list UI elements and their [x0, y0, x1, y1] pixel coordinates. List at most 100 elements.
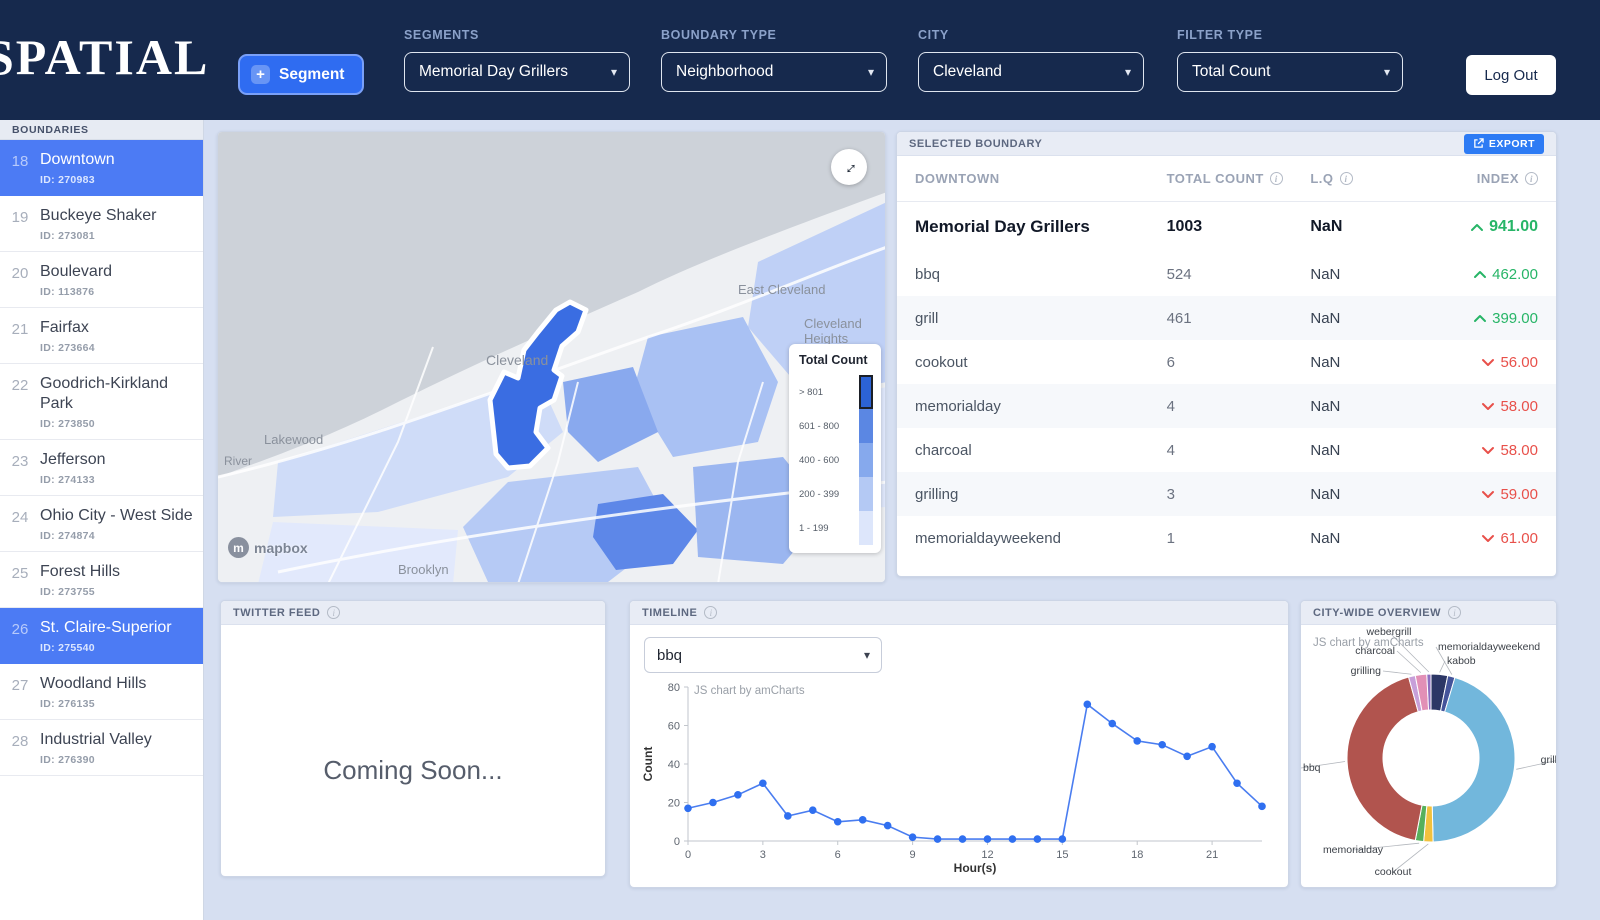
filter-type-dropdown[interactable]: Total Count ▾: [1177, 52, 1403, 92]
boundary-list-item[interactable]: 21 Fairfax ID: 273664: [0, 308, 203, 364]
boundary-list-item[interactable]: 28 Industrial Valley ID: 276390: [0, 720, 203, 776]
boundary-list-item[interactable]: 27 Woodland Hills ID: 276135: [0, 664, 203, 720]
index-value: 399.00: [1492, 309, 1538, 327]
boundary-type-dropdown-group: BOUNDARY TYPE Neighborhood ▾: [661, 28, 887, 92]
logout-button[interactable]: Log Out: [1466, 55, 1556, 95]
term-cell: bbq: [915, 265, 941, 283]
legend-row[interactable]: > 801: [799, 375, 873, 409]
down-chevron-icon: [1482, 534, 1495, 542]
map-legend[interactable]: Total Count > 801 601 - 800 400 - 600 200 -…: [789, 344, 881, 553]
svg-text:15: 15: [1056, 849, 1068, 861]
citywide-overview-panel: CITY-WIDE OVERVIEW i JS chart by amChart…: [1300, 600, 1557, 888]
chevron-down-icon: ▾: [1383, 65, 1390, 79]
boundary-list-item[interactable]: 19 Buckeye Shaker ID: 273081: [0, 196, 203, 252]
citywide-body: JS chart by amCharts kabob memorialdaywee…: [1301, 625, 1556, 887]
boundary-item-body: Ohio City - West Side ID: 274874: [40, 506, 195, 542]
boundary-list-item[interactable]: 25 Forest Hills ID: 273755: [0, 552, 203, 608]
lq-cell: NaN: [1310, 397, 1341, 415]
svg-text:memorialday: memorialday: [1323, 844, 1384, 856]
svg-text:80: 80: [668, 682, 680, 694]
boundary-id: ID: 274874: [40, 530, 95, 542]
timeline-line-chart[interactable]: 0 20 40 60 80 0 3 6 9 12 15 18 21 Count Hour(s): [638, 677, 1288, 882]
map-expand-button[interactable]: ↔: [831, 149, 867, 185]
boundary-table-row[interactable]: Memorial Day Grillers 1003 NaN 941.00: [897, 202, 1556, 252]
citywide-donut-chart[interactable]: kabob memorialdayweekend grill cookout memor…: [1301, 625, 1556, 887]
chevron-down-icon: ▾: [863, 648, 870, 662]
legend-row[interactable]: 400 - 600: [799, 443, 873, 477]
info-icon[interactable]: i: [704, 606, 718, 619]
legend-row[interactable]: 1 - 199: [799, 511, 873, 545]
expand-icon: ↔: [835, 153, 862, 180]
boundary-table-row[interactable]: memorialday 4 NaN 58.00: [897, 384, 1556, 428]
boundary-id: ID: 113876: [40, 286, 95, 298]
boundary-list-item[interactable]: 18 Downtown ID: 270983: [0, 140, 203, 196]
index-value: 58.00: [1500, 397, 1538, 415]
column-index: INDEX: [1476, 171, 1519, 186]
boundary-table-row[interactable]: cookout 6 NaN 56.00: [897, 340, 1556, 384]
boundary-table-row[interactable]: charcoal 4 NaN 58.00: [897, 428, 1556, 472]
legend-row[interactable]: 601 - 800: [799, 409, 873, 443]
info-icon[interactable]: i: [1269, 172, 1283, 185]
boundary-number: 27: [11, 677, 29, 694]
boundary-list-item[interactable]: 23 Jefferson ID: 274133: [0, 440, 203, 496]
term-cell: grill: [915, 309, 939, 327]
boundary-list-item[interactable]: 24 Ohio City - West Side ID: 274874: [0, 496, 203, 552]
svg-text:kabob: kabob: [1447, 655, 1476, 667]
boundary-name: Boulevard: [40, 263, 113, 280]
boundary-list-item[interactable]: 20 Boulevard ID: 113876: [0, 252, 203, 308]
info-icon[interactable]: i: [327, 606, 341, 619]
term-cell: cookout: [915, 353, 968, 371]
add-segment-button[interactable]: + Segment: [238, 54, 365, 95]
choropleth-map[interactable]: [218, 132, 886, 583]
boundary-list-item[interactable]: 26 St. Claire-Superior ID: 275540: [0, 608, 203, 664]
timeline-term-dropdown[interactable]: bbq ▾: [644, 637, 882, 673]
boundary-number: 20: [11, 265, 29, 282]
export-icon: [1474, 138, 1484, 148]
up-chevron-icon: [1474, 314, 1487, 322]
segments-dropdown[interactable]: Memorial Day Grillers ▾: [404, 52, 630, 92]
index-value: 58.00: [1500, 441, 1538, 459]
mapbox-wordmark: mapbox: [254, 539, 308, 556]
boundary-name: Ohio City - West Side: [40, 507, 193, 524]
coming-soon-text: Coming Soon...: [323, 755, 503, 785]
boundary-table-row[interactable]: grilling 3 NaN 59.00: [897, 472, 1556, 516]
twitter-feed-panel: TWITTER FEED i Coming Soon...: [220, 600, 606, 877]
boundaries-header: BOUNDARIES: [0, 120, 203, 140]
boundary-number: 25: [11, 565, 29, 582]
boundary-id: ID: 270983: [40, 174, 95, 186]
boundary-number: 23: [11, 453, 29, 470]
boundary-table-row[interactable]: grill 461 NaN 399.00: [897, 296, 1556, 340]
legend-range-label: > 801: [799, 386, 824, 398]
total-count-cell: 3: [1166, 485, 1175, 503]
legend-row[interactable]: 200 - 399: [799, 477, 873, 511]
map-panel[interactable]: East Cleveland Cleveland Cleveland Heights…: [217, 131, 886, 583]
info-icon[interactable]: i: [1447, 606, 1461, 619]
timeline-title: TIMELINE: [642, 606, 698, 619]
citywide-title: CITY-WIDE OVERVIEW: [1313, 606, 1441, 619]
lq-cell: NaN: [1310, 485, 1341, 503]
boundary-item-body: Forest Hills ID: 273755: [40, 562, 195, 598]
total-count-cell: 461: [1166, 309, 1192, 327]
boundary-name: Goodrich-Kirkland Park: [40, 375, 169, 412]
total-count-cell: 1: [1166, 529, 1175, 547]
legend-title: Total Count: [799, 353, 868, 367]
boundary-number: 28: [11, 733, 29, 750]
index-value: 941.00: [1489, 218, 1538, 235]
info-icon[interactable]: i: [1339, 172, 1353, 185]
boundary-type-dropdown[interactable]: Neighborhood ▾: [661, 52, 887, 92]
city-dropdown[interactable]: Cleveland ▾: [918, 52, 1144, 92]
filter-type-value: Total Count: [1192, 63, 1271, 80]
boundary-table-body: Memorial Day Grillers 1003 NaN 941.00 bbq 524…: [897, 202, 1556, 560]
legend-items: > 801 601 - 800 400 - 600 200 - 399 1 - 199: [799, 375, 873, 545]
export-button[interactable]: EXPORT: [1463, 133, 1544, 154]
boundary-table-row[interactable]: bbq 524 NaN 462.00: [897, 252, 1556, 296]
svg-text:0: 0: [685, 849, 691, 861]
boundary-list-item[interactable]: 22 Goodrich-Kirkland Park ID: 273850: [0, 364, 203, 440]
boundary-item-body: Fairfax ID: 273664: [40, 318, 195, 354]
term-cell: memorialdayweekend: [915, 529, 1061, 547]
svg-text:20: 20: [668, 798, 680, 810]
boundary-number: 21: [11, 321, 29, 338]
info-icon[interactable]: i: [1525, 172, 1538, 185]
boundary-item-body: Jefferson ID: 274133: [40, 450, 195, 486]
boundary-table-row[interactable]: memorialdayweekend 1 NaN 61.00: [897, 516, 1556, 560]
